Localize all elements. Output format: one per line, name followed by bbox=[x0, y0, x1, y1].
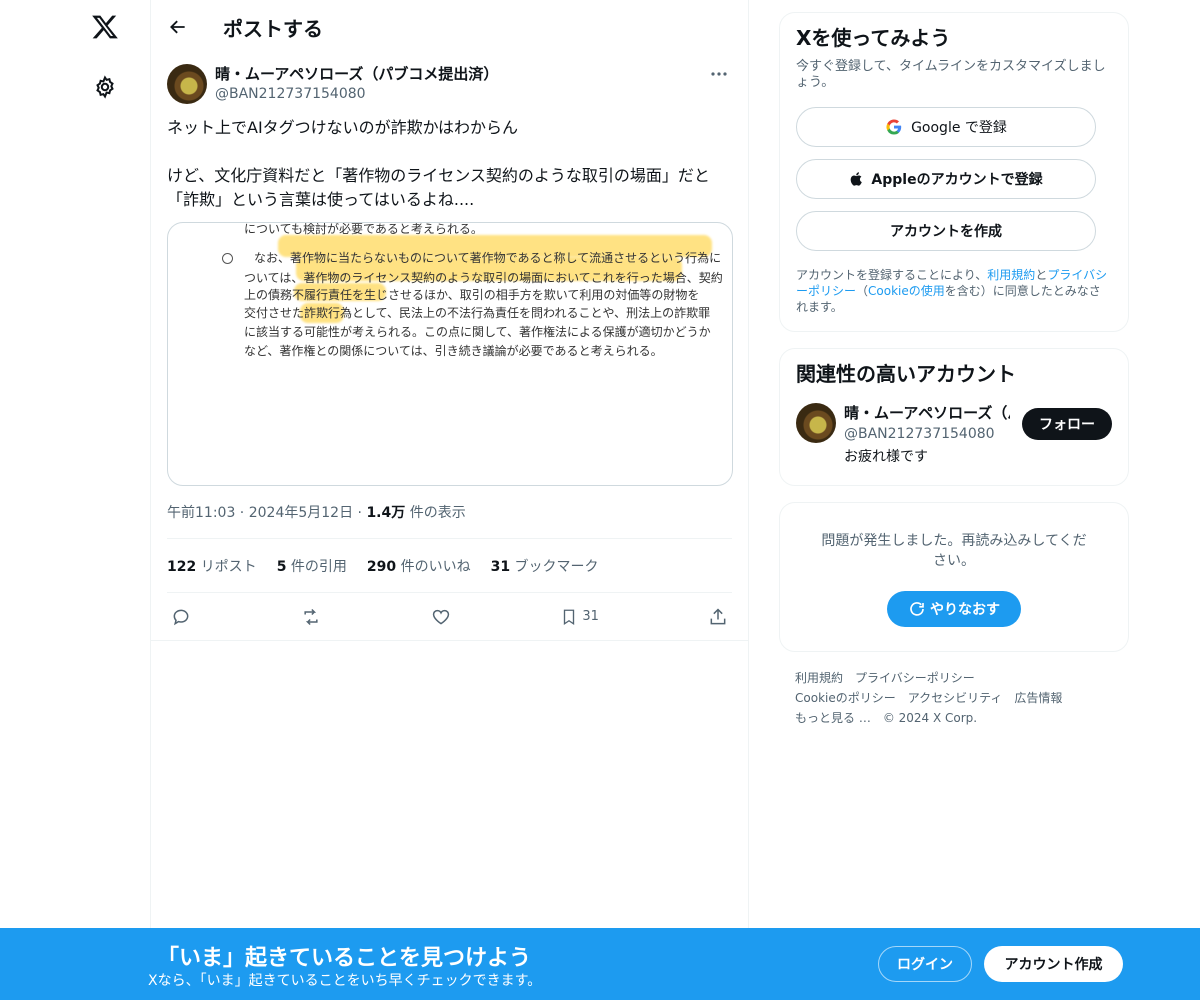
page-title: ポストする bbox=[223, 16, 323, 41]
like-icon[interactable] bbox=[431, 607, 451, 627]
right-sidebar: Xを使ってみよう 今すぐ登録して、タイムラインをカスタマイズしましょう。 Goo… bbox=[779, 12, 1129, 728]
post: 晴・ムーアペソローズ（パブコメ提出済） @BAN212737154080 ネット… bbox=[151, 64, 748, 641]
reply-icon[interactable] bbox=[171, 607, 191, 627]
post-author: 晴・ムーアペソローズ（パブコメ提出済） @BAN212737154080 bbox=[167, 64, 732, 104]
apple-signup-label: Appleのアカウントで登録 bbox=[871, 172, 1043, 188]
refresh-icon bbox=[908, 600, 926, 618]
action-bar: 31 bbox=[151, 593, 748, 641]
footer-link[interactable]: アクセシビリティ bbox=[908, 691, 1003, 705]
post-image[interactable]: についても検討が必要であると考えられる。 なお、著作物に当たらないものについて著… bbox=[167, 222, 733, 486]
left-rail bbox=[0, 0, 150, 1000]
document-line: 交付させた詐欺行為として、民法上の不法行為責任を問われることや、刑法上の詐欺罪 bbox=[244, 306, 711, 320]
post-meta: 午前11:03 · 2024年5月12日 · 1.4万 件の表示 bbox=[167, 502, 732, 539]
footer-link[interactable]: 広告情報 bbox=[1014, 691, 1062, 705]
google-icon bbox=[885, 118, 903, 136]
error-card: 問題が発生しました。再読み込みしてください。 やりなおす bbox=[779, 502, 1129, 652]
terms-text: アカウントを登録することにより、利用規約とプライバシーポリシー（Cookieの使… bbox=[796, 268, 1108, 314]
post-text: ネット上でAIタグつけないのが詐欺かはわからん けど、文化庁資料だと「著作物のラ… bbox=[167, 118, 710, 209]
follow-button[interactable]: フォロー bbox=[1022, 408, 1112, 440]
avatar[interactable] bbox=[167, 64, 207, 104]
post-stats: 122 リポスト 5 件の引用 290 件のいいね 31 ブックマーク bbox=[167, 539, 732, 593]
banner-subtitle: Xなら、「いま」起きていることをいち早くチェックできます。 bbox=[148, 973, 542, 989]
terms-link[interactable]: 利用規約 bbox=[987, 268, 1035, 282]
document-line: など、著作権との関係については、引き続き議論が必要であると考えられる。 bbox=[244, 344, 663, 358]
footer-link[interactable]: プライバシーポリシー bbox=[855, 671, 975, 685]
document-excerpt: についても検討が必要であると考えられる。 なお、著作物に当たらないものについて著… bbox=[168, 222, 732, 485]
reposts-stat[interactable]: 122 リポスト bbox=[167, 556, 257, 576]
google-signup-label: Google で登録 bbox=[911, 120, 1007, 136]
relevant-card-title: 関連性の高いアカウント bbox=[796, 362, 1016, 386]
account-handle[interactable]: @BAN212737154080 bbox=[844, 423, 1010, 445]
share-icon[interactable] bbox=[708, 607, 728, 627]
post-time[interactable]: 午前11:03 bbox=[167, 505, 235, 521]
retry-button[interactable]: やりなおす bbox=[887, 591, 1021, 627]
views-label: 件の表示 bbox=[409, 505, 466, 521]
repost-icon[interactable] bbox=[300, 607, 322, 627]
create-account-button[interactable]: アカウントを作成 bbox=[796, 211, 1096, 251]
login-button[interactable]: ログイン bbox=[878, 946, 972, 982]
views-count: 1.4万 bbox=[366, 505, 406, 521]
retry-label: やりなおす bbox=[930, 602, 1000, 618]
author-handle[interactable]: @BAN212737154080 bbox=[215, 84, 498, 104]
document-line: についても検討が必要であると考えられる。 bbox=[244, 222, 483, 236]
error-message: 問題が発生しました。再読み込みしてください。 bbox=[821, 533, 1087, 569]
footer-links: 利用規約 プライバシーポリシー Cookieのポリシー アクセシビリティ 広告情報 も… bbox=[779, 668, 1129, 728]
banner-signup-button[interactable]: アカウント作成 bbox=[984, 946, 1123, 982]
account-name[interactable]: 晴・ムーアペソローズ（パブコメ提出済） bbox=[844, 403, 1010, 423]
likes-stat[interactable]: 290 件のいいね bbox=[367, 556, 471, 576]
more-icon[interactable] bbox=[706, 64, 732, 84]
footer-link[interactable]: もっと見る … bbox=[795, 711, 871, 725]
avatar[interactable] bbox=[796, 403, 836, 443]
relevant-accounts-card: 関連性の高いアカウント 晴・ムーアペソローズ（パブコメ提出済） @BAN2127… bbox=[779, 348, 1129, 486]
gear-icon[interactable] bbox=[88, 70, 122, 104]
copyright: © 2024 X Corp. bbox=[882, 711, 978, 725]
top-bar: ポストする bbox=[151, 0, 748, 54]
account-row[interactable]: 晴・ムーアペソローズ（パブコメ提出済） @BAN212737154080 お疲れ… bbox=[796, 403, 1112, 469]
bookmark-count: 31 bbox=[582, 609, 599, 624]
bookmarks-stat[interactable]: 31 ブックマーク bbox=[491, 556, 599, 576]
bullet-circle bbox=[222, 253, 233, 264]
post-date[interactable]: 2024年5月12日 bbox=[249, 505, 353, 521]
account-bio: お疲れ様です bbox=[844, 449, 928, 465]
signup-card-subtitle: 今すぐ登録して、タイムラインをカスタマイズしましょう。 bbox=[796, 59, 1106, 90]
apple-signup-button[interactable]: Appleのアカウントで登録 bbox=[796, 159, 1096, 199]
document-line: 上の債務不履行責任を生じさせるほか、取引の相手方を欺いて利用の対価等の財物を bbox=[244, 288, 700, 302]
banner-title: 「いま」起きていることを見つけよう bbox=[157, 946, 532, 971]
main-column: ポストする 晴・ムーアペソローズ（パブコメ提出済） @BAN2127371540… bbox=[150, 0, 749, 1000]
signup-card-title: Xを使ってみよう bbox=[796, 26, 951, 50]
apple-icon bbox=[849, 170, 865, 188]
account-text: 晴・ムーアペソローズ（パブコメ提出済） @BAN212737154080 お疲れ… bbox=[844, 403, 1010, 469]
document-line: なお、著作物に当たらないものについて著作物であると称して流通させるという行為に bbox=[254, 251, 722, 265]
cookie-link[interactable]: Cookieの使用 bbox=[868, 284, 945, 298]
google-signup-button[interactable]: Google で登録 bbox=[796, 107, 1096, 147]
footer-link[interactable]: 利用規約 bbox=[795, 671, 843, 685]
author-text: 晴・ムーアペソローズ（パブコメ提出済） @BAN212737154080 bbox=[215, 64, 498, 104]
quotes-stat[interactable]: 5 件の引用 bbox=[277, 556, 347, 576]
x-logo-icon[interactable] bbox=[88, 10, 122, 44]
document-line: に該当する可能性が考えられる。この点に関して、著作権法による保護が適切かどうか bbox=[244, 325, 711, 339]
signup-card: Xを使ってみよう 今すぐ登録して、タイムラインをカスタマイズしましょう。 Goo… bbox=[779, 12, 1129, 332]
footer-link[interactable]: Cookieのポリシー bbox=[795, 691, 896, 705]
arrow-left-icon[interactable] bbox=[165, 14, 191, 40]
author-name[interactable]: 晴・ムーアペソローズ（パブコメ提出済） bbox=[215, 64, 498, 84]
bookmark-icon[interactable]: 31 bbox=[560, 607, 599, 627]
